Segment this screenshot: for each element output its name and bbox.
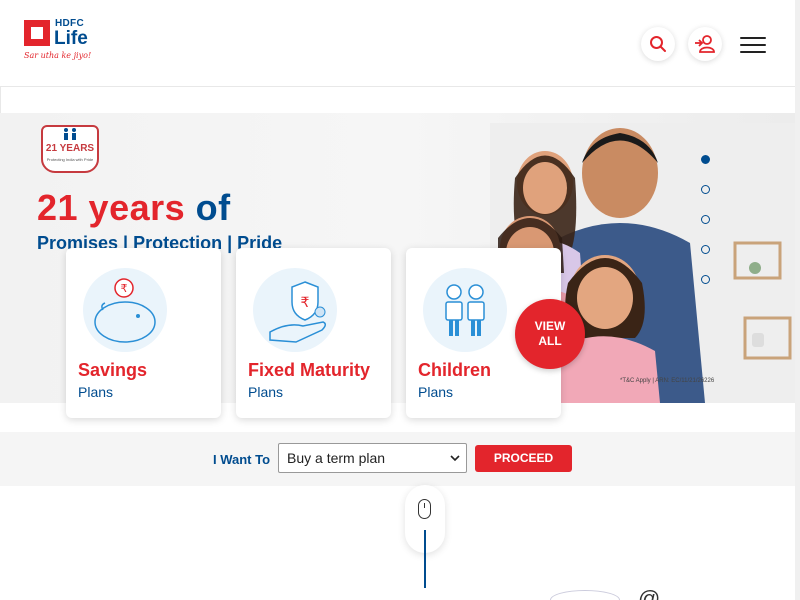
chevron-down-icon xyxy=(450,445,460,481)
carousel-dot-1[interactable] xyxy=(701,155,710,164)
carousel-dot-5[interactable] xyxy=(701,275,710,284)
card-subtitle: Plans xyxy=(78,384,114,400)
hero-title-of: of xyxy=(195,187,231,228)
scrollbar-track[interactable] xyxy=(795,0,800,600)
card-title: Savings xyxy=(78,360,148,380)
plan-select-value: Buy a term plan xyxy=(287,450,386,466)
carousel-dots xyxy=(700,153,712,293)
hero-title-main: 21 years xyxy=(37,187,186,228)
user-login-icon xyxy=(695,35,715,53)
site-header: HDFC Life Sar utha ke jiyo! xyxy=(0,0,800,88)
hdfc-life-logo[interactable]: HDFC Life Sar utha ke jiyo! xyxy=(24,18,104,66)
svg-text:₹: ₹ xyxy=(121,282,128,295)
header-divider xyxy=(0,86,800,114)
scroll-line xyxy=(424,530,426,588)
card-subtitle: Plans xyxy=(248,384,284,400)
i-want-to-bar: I Want To Buy a term plan PROCEED xyxy=(0,432,795,486)
search-icon xyxy=(650,36,666,52)
badge-subtitle: Protecting India with Pride xyxy=(46,157,94,162)
svg-text:₹: ₹ xyxy=(301,295,310,311)
login-button[interactable] xyxy=(688,27,722,61)
logo-tagline: Sar utha ke jiyo! xyxy=(24,51,92,60)
carousel-dot-2[interactable] xyxy=(701,185,710,194)
terms-note: *T&C Apply | ARN: EC/11/21/26226 xyxy=(620,378,715,384)
i-want-to-label: I Want To xyxy=(213,452,271,467)
search-button[interactable] xyxy=(641,27,675,61)
21-years-badge: 21 YEARS Protecting India with Pride xyxy=(37,125,103,175)
logo-name-main: Life xyxy=(54,28,88,49)
card-subtitle: Plans xyxy=(418,384,454,400)
rupee-shield-hand-icon: ₹ xyxy=(253,268,337,352)
hamburger-menu-icon[interactable] xyxy=(740,37,766,53)
logo-mark-icon xyxy=(24,20,50,46)
carousel-dot-4[interactable] xyxy=(701,245,710,254)
view-all-line2: ALL xyxy=(538,334,562,348)
card-savings-plans[interactable]: ₹ Savings Plans xyxy=(66,248,221,418)
at-icon: @ xyxy=(638,586,661,600)
card-fixed-maturity-plans[interactable]: ₹ Fixed Maturity Plans xyxy=(236,248,391,418)
hero-title: 21 years of xyxy=(37,187,231,229)
card-title: Children xyxy=(418,360,492,380)
view-all-button[interactable]: VIEW ALL xyxy=(515,299,585,369)
proceed-button[interactable]: PROCEED xyxy=(475,445,572,472)
badge-title: 21 YEARS xyxy=(45,143,95,154)
mouse-scroll-icon xyxy=(418,499,431,519)
children-icon xyxy=(423,268,507,352)
decorative-circle xyxy=(550,590,620,600)
plan-select[interactable]: Buy a term plan xyxy=(278,443,467,473)
family-emblem-icon xyxy=(64,128,76,140)
view-all-line1: VIEW xyxy=(534,319,566,333)
carousel-dot-3[interactable] xyxy=(701,215,710,224)
piggy-bank-icon: ₹ xyxy=(83,268,167,352)
card-title: Fixed Maturity xyxy=(248,360,371,380)
